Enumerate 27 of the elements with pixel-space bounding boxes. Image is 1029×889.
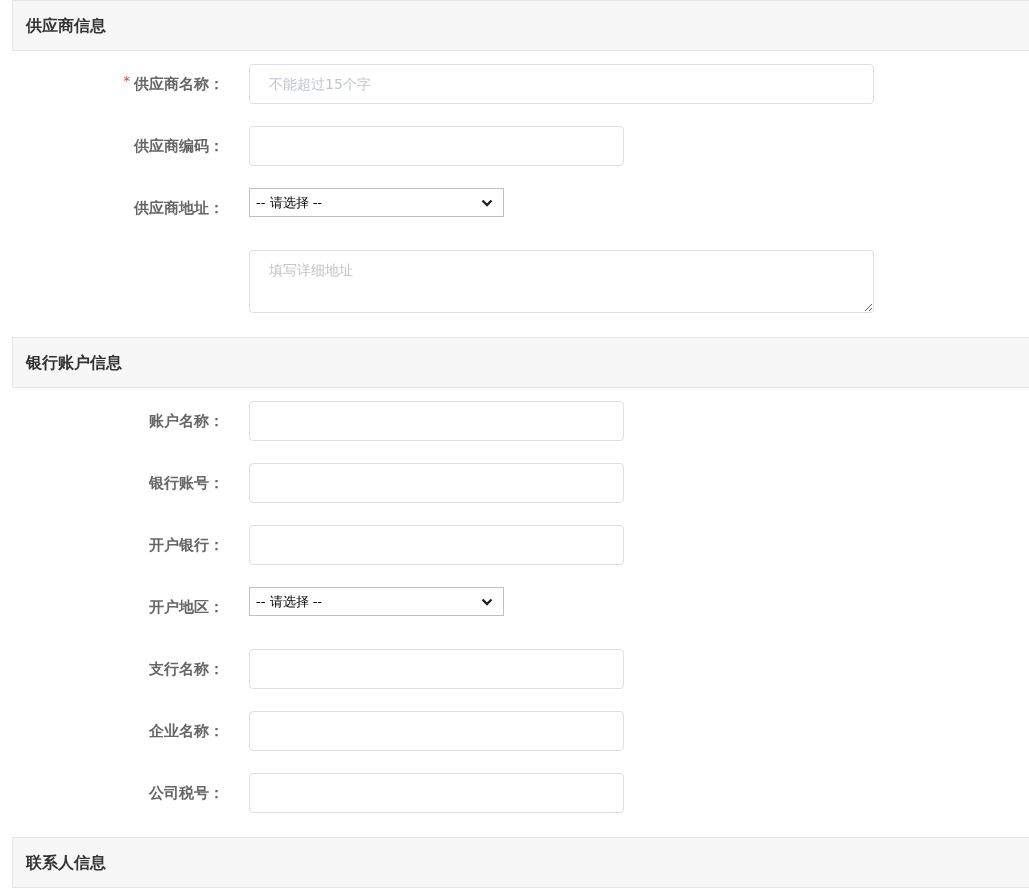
field-label: 供应商编码： — [134, 135, 224, 157]
field-label: 开户地区： — [149, 596, 224, 618]
chevron-down-icon — [481, 198, 493, 207]
field-label: 公司税号： — [149, 782, 224, 804]
field-label: 供应商名称： — [134, 73, 224, 95]
section-title: 联系人信息 — [26, 851, 106, 874]
input-field[interactable] — [249, 711, 624, 751]
input-field[interactable] — [249, 525, 624, 565]
input-field[interactable] — [249, 773, 624, 813]
field-label: 企业名称： — [149, 720, 224, 742]
address-textarea[interactable]: 填写详细地址 — [249, 250, 874, 313]
input-field[interactable] — [249, 463, 624, 503]
field-label: 银行账号： — [149, 472, 224, 494]
field-label: 供应商地址： — [134, 197, 224, 219]
dropdown[interactable]: -- 请选择 -- — [249, 587, 504, 616]
section-title: 供应商信息 — [26, 14, 106, 37]
field-label: 开户银行： — [149, 534, 224, 556]
input-field[interactable] — [249, 126, 624, 166]
input-field[interactable]: 不能超过15个字 — [249, 64, 874, 104]
input-field[interactable] — [249, 401, 624, 441]
required-asterisk: * — [123, 72, 130, 91]
section-title: 银行账户信息 — [26, 351, 122, 374]
field-label: 支行名称： — [149, 658, 224, 680]
dropdown[interactable]: -- 请选择 -- — [249, 188, 504, 217]
chevron-down-icon — [481, 597, 493, 606]
input-field[interactable] — [249, 649, 624, 689]
field-label: 账户名称： — [149, 410, 224, 432]
